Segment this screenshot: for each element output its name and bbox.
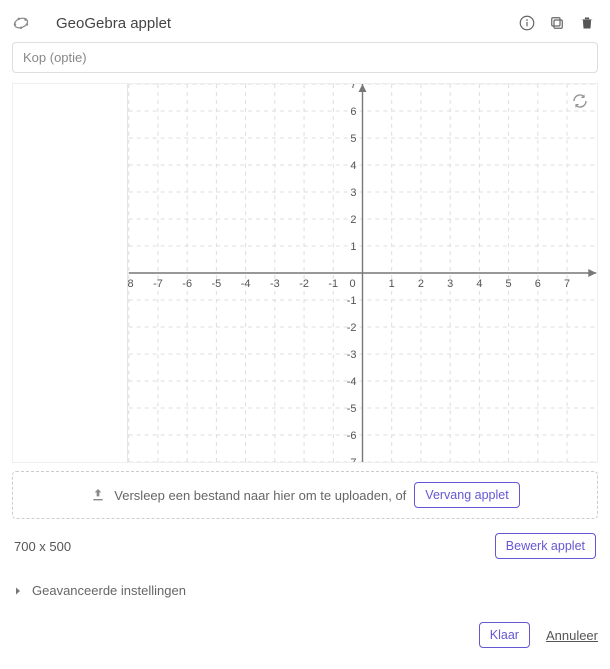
svg-text:-3: -3: [270, 278, 280, 290]
info-icon[interactable]: [516, 12, 538, 34]
svg-text:7: 7: [564, 278, 570, 290]
svg-text:-5: -5: [212, 278, 222, 290]
delete-icon[interactable]: [576, 12, 598, 34]
svg-text:4: 4: [350, 160, 356, 172]
chevron-right-icon: [12, 585, 24, 597]
svg-text:-2: -2: [347, 322, 357, 334]
svg-text:-8: -8: [128, 278, 134, 290]
svg-text:5: 5: [506, 278, 512, 290]
header: GeoGebra applet: [12, 8, 598, 42]
svg-text:7: 7: [350, 84, 356, 91]
header-title: GeoGebra applet: [56, 15, 508, 32]
svg-text:0: 0: [349, 278, 355, 290]
svg-text:-6: -6: [347, 430, 357, 442]
svg-text:-7: -7: [347, 457, 357, 462]
geogebra-logo-icon: [12, 14, 30, 32]
done-button[interactable]: Klaar: [479, 622, 530, 648]
svg-text:3: 3: [447, 278, 453, 290]
advanced-settings-label: Geavanceerde instellingen: [32, 583, 186, 598]
svg-text:-4: -4: [347, 376, 357, 388]
copy-icon[interactable]: [546, 12, 568, 34]
svg-text:-7: -7: [153, 278, 163, 290]
title-input[interactable]: [12, 42, 598, 73]
refresh-icon[interactable]: [571, 92, 589, 110]
svg-text:1: 1: [389, 278, 395, 290]
edit-applet-button[interactable]: Bewerk applet: [495, 533, 596, 559]
svg-text:-1: -1: [328, 278, 338, 290]
svg-text:5: 5: [350, 133, 356, 145]
upload-dropzone[interactable]: Versleep een bestand naar hier om te upl…: [12, 471, 598, 519]
svg-text:6: 6: [535, 278, 541, 290]
svg-text:-1: -1: [347, 295, 357, 307]
graph-canvas[interactable]: -8 -7 -6 -5 -4 -3 -2 -1 1 2 3 4 5 6 7 0 -7 -6 -5 -4 -3 -2 -1 1 2…: [128, 84, 597, 462]
applet-sidebar[interactable]: [13, 84, 128, 462]
applet-area: -8 -7 -6 -5 -4 -3 -2 -1 1 2 3 4 5 6 7 0 -7 -6 -5 -4 -3 -2 -1 1 2…: [12, 83, 598, 463]
svg-text:-2: -2: [299, 278, 309, 290]
upload-text: Versleep een bestand naar hier om te upl…: [114, 488, 406, 503]
svg-text:2: 2: [418, 278, 424, 290]
advanced-settings-toggle[interactable]: Geavanceerde instellingen: [12, 579, 598, 602]
replace-applet-button[interactable]: Vervang applet: [414, 482, 519, 508]
dimensions-text: 700 x 500: [14, 539, 71, 554]
svg-text:-6: -6: [182, 278, 192, 290]
svg-text:2: 2: [350, 214, 356, 226]
upload-icon: [90, 487, 106, 503]
svg-text:-5: -5: [347, 403, 357, 415]
svg-text:-4: -4: [241, 278, 251, 290]
cancel-link[interactable]: Annuleer: [546, 628, 598, 643]
svg-text:1: 1: [350, 241, 356, 253]
svg-text:4: 4: [476, 278, 482, 290]
svg-text:3: 3: [350, 187, 356, 199]
svg-text:6: 6: [350, 106, 356, 118]
svg-text:-3: -3: [347, 349, 357, 361]
